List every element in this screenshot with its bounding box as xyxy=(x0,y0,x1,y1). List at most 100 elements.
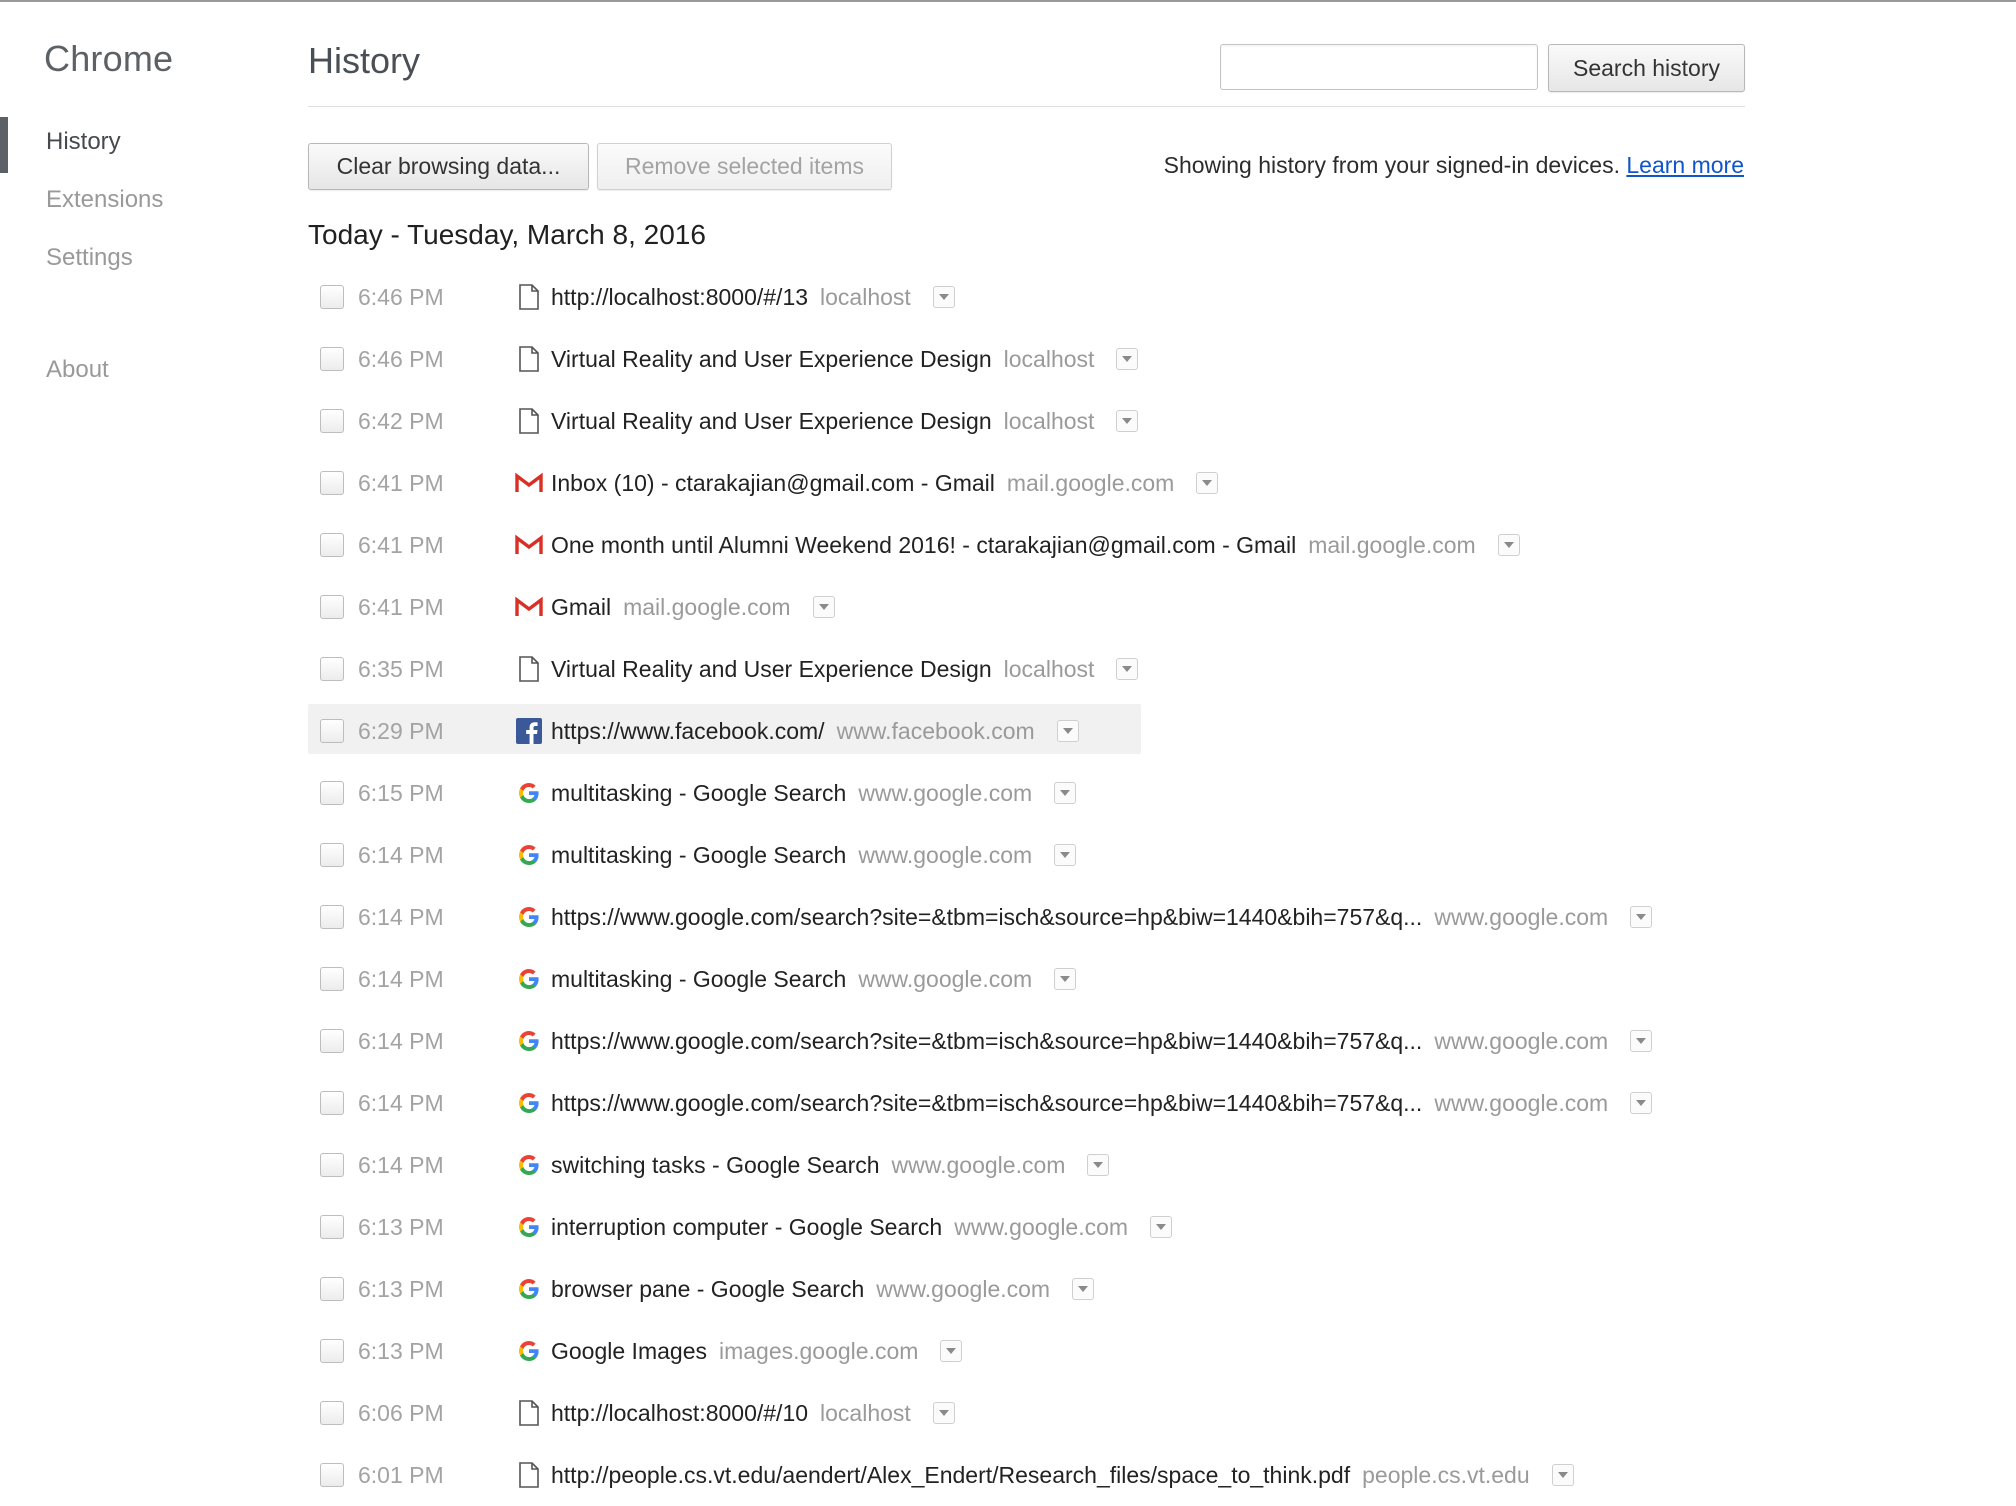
row-checkbox[interactable] xyxy=(320,285,344,309)
history-row[interactable]: 6:35 PM Virtual Reality and User Experien… xyxy=(308,638,1748,700)
page-icon xyxy=(515,407,543,435)
history-row[interactable]: 6:14 PM https://www.google.com/search?sit… xyxy=(308,1010,1748,1072)
row-checkbox[interactable] xyxy=(320,1463,344,1487)
entry-title-link[interactable]: interruption computer - Google Search xyxy=(551,1214,942,1241)
row-menu-dropdown-button[interactable] xyxy=(1116,658,1139,680)
entry-title-link[interactable]: multitasking - Google Search xyxy=(551,842,846,869)
remove-selected-items-button[interactable]: Remove selected items xyxy=(597,143,892,190)
row-menu-dropdown-button[interactable] xyxy=(932,1402,955,1424)
visit-time: 6:46 PM xyxy=(358,345,444,372)
row-menu-dropdown-button[interactable] xyxy=(812,596,835,618)
history-row[interactable]: 6:41 PM Inbox (10) - ctarakajian@gmail.co… xyxy=(308,452,1748,514)
row-menu-dropdown-button[interactable] xyxy=(1630,1030,1653,1052)
row-menu-dropdown-button[interactable] xyxy=(1056,720,1079,742)
entry-title-link[interactable]: switching tasks - Google Search xyxy=(551,1152,880,1179)
history-row[interactable]: 6:14 PM https://www.google.com/search?sit… xyxy=(308,1072,1748,1134)
entry-title-link[interactable]: One month until Alumni Weekend 2016! - c… xyxy=(551,532,1296,559)
row-menu-dropdown-button[interactable] xyxy=(1054,968,1077,990)
entry-title-link[interactable]: multitasking - Google Search xyxy=(551,780,846,807)
entry-title-link[interactable]: https://www.google.com/search?site=&tbm=… xyxy=(551,904,1422,931)
history-row[interactable]: 6:01 PM http://people.cs.vt.edu/aendert/A… xyxy=(308,1444,1748,1506)
row-menu-dropdown-button[interactable] xyxy=(1116,348,1139,370)
row-menu-dropdown-button[interactable] xyxy=(1072,1278,1095,1300)
row-checkbox[interactable] xyxy=(320,347,344,371)
history-row[interactable]: 6:14 PM switching tasks - Google Search ww… xyxy=(308,1134,1748,1196)
active-nav-marker xyxy=(0,117,8,173)
row-checkbox[interactable] xyxy=(320,719,344,743)
history-row[interactable]: 6:41 PM One month until Alumni Weekend 20… xyxy=(308,514,1748,576)
visit-time: 6:14 PM xyxy=(358,841,444,868)
row-checkbox[interactable] xyxy=(320,905,344,929)
visit-time: 6:46 PM xyxy=(358,283,444,310)
google-icon xyxy=(515,1337,543,1365)
row-menu-dropdown-button[interactable] xyxy=(932,286,955,308)
row-menu-dropdown-button[interactable] xyxy=(1630,1092,1653,1114)
row-checkbox[interactable] xyxy=(320,843,344,867)
visit-time: 6:15 PM xyxy=(358,779,444,806)
search-input[interactable] xyxy=(1220,44,1538,90)
visit-time: 6:14 PM xyxy=(358,1089,444,1116)
row-checkbox[interactable] xyxy=(320,1091,344,1115)
entry-title-link[interactable]: Google Images xyxy=(551,1338,707,1365)
entry-title-link[interactable]: https://www.facebook.com/ xyxy=(551,718,825,745)
history-row[interactable]: 6:13 PM interruption computer - Google Se… xyxy=(308,1196,1748,1258)
entry-title-link[interactable]: http://localhost:8000/#/13 xyxy=(551,284,808,311)
sidebar-item-settings[interactable]: Settings xyxy=(46,244,133,272)
row-menu-dropdown-button[interactable] xyxy=(940,1340,963,1362)
entry-title-link[interactable]: Inbox (10) - ctarakajian@gmail.com - Gma… xyxy=(551,470,995,497)
history-row[interactable]: 6:46 PM Virtual Reality and User Experien… xyxy=(308,328,1748,390)
row-checkbox[interactable] xyxy=(320,409,344,433)
history-row[interactable]: 6:46 PM http://localhost:8000/#/13 localho… xyxy=(308,266,1748,328)
sidebar-item-history[interactable]: History xyxy=(46,128,121,156)
entry-title-link[interactable]: https://www.google.com/search?site=&tbm=… xyxy=(551,1028,1422,1055)
history-row[interactable]: 6:14 PM multitasking - Google Search www.g… xyxy=(308,948,1748,1010)
entry-title-link[interactable]: Virtual Reality and User Experience Desi… xyxy=(551,656,992,683)
visit-time: 6:14 PM xyxy=(358,1151,444,1178)
history-row[interactable]: 6:14 PM https://www.google.com/search?sit… xyxy=(308,886,1748,948)
entry-title-link[interactable]: browser pane - Google Search xyxy=(551,1276,864,1303)
row-checkbox[interactable] xyxy=(320,657,344,681)
history-row[interactable]: 6:41 PM Gmail mail.google.com xyxy=(308,576,1748,638)
history-row[interactable]: 6:14 PM multitasking - Google Search www.g… xyxy=(308,824,1748,886)
history-row[interactable]: 6:42 PM Virtual Reality and User Experien… xyxy=(308,390,1748,452)
row-checkbox[interactable] xyxy=(320,1339,344,1363)
history-row[interactable]: 6:29 PM https://www.facebook.com/www.face… xyxy=(308,700,1748,762)
row-menu-dropdown-button[interactable] xyxy=(1630,906,1653,928)
history-row[interactable]: 6:15 PM multitasking - Google Search www.g… xyxy=(308,762,1748,824)
row-checkbox[interactable] xyxy=(320,1029,344,1053)
learn-more-link[interactable]: Learn more xyxy=(1626,152,1744,178)
search-history-button[interactable]: Search history xyxy=(1548,44,1745,92)
entry-title-link[interactable]: https://www.google.com/search?site=&tbm=… xyxy=(551,1090,1422,1117)
google-icon xyxy=(515,1089,543,1117)
history-row[interactable]: 6:13 PM Google Images images.google.com xyxy=(308,1320,1748,1382)
entry-title-link[interactable]: Gmail xyxy=(551,594,611,621)
row-menu-dropdown-button[interactable] xyxy=(1150,1216,1173,1238)
row-checkbox[interactable] xyxy=(320,595,344,619)
row-checkbox[interactable] xyxy=(320,1153,344,1177)
row-menu-dropdown-button[interactable] xyxy=(1196,472,1219,494)
row-checkbox[interactable] xyxy=(320,967,344,991)
entry-title-link[interactable]: Virtual Reality and User Experience Desi… xyxy=(551,408,992,435)
entry-title-link[interactable]: multitasking - Google Search xyxy=(551,966,846,993)
row-checkbox[interactable] xyxy=(320,471,344,495)
row-menu-dropdown-button[interactable] xyxy=(1551,1464,1574,1486)
row-checkbox[interactable] xyxy=(320,1401,344,1425)
row-menu-dropdown-button[interactable] xyxy=(1054,782,1077,804)
entry-title-link[interactable]: http://people.cs.vt.edu/aendert/Alex_End… xyxy=(551,1462,1350,1489)
row-menu-dropdown-button[interactable] xyxy=(1054,844,1077,866)
history-row[interactable]: 6:13 PM browser pane - Google Search www.g… xyxy=(308,1258,1748,1320)
row-menu-dropdown-button[interactable] xyxy=(1116,410,1139,432)
sidebar-item-extensions[interactable]: Extensions xyxy=(46,186,163,214)
sidebar: Chrome History Extensions Settings About xyxy=(0,0,300,1506)
row-checkbox[interactable] xyxy=(320,1215,344,1239)
row-menu-dropdown-button[interactable] xyxy=(1087,1154,1110,1176)
row-checkbox[interactable] xyxy=(320,533,344,557)
entry-title-link[interactable]: http://localhost:8000/#/10 xyxy=(551,1400,808,1427)
row-checkbox[interactable] xyxy=(320,1277,344,1301)
entry-title-link[interactable]: Virtual Reality and User Experience Desi… xyxy=(551,346,992,373)
row-checkbox[interactable] xyxy=(320,781,344,805)
clear-browsing-data-button[interactable]: Clear browsing data... xyxy=(308,143,589,190)
history-row[interactable]: 6:06 PM http://localhost:8000/#/10 localho… xyxy=(308,1382,1748,1444)
sidebar-item-about[interactable]: About xyxy=(46,356,109,384)
row-menu-dropdown-button[interactable] xyxy=(1497,534,1520,556)
